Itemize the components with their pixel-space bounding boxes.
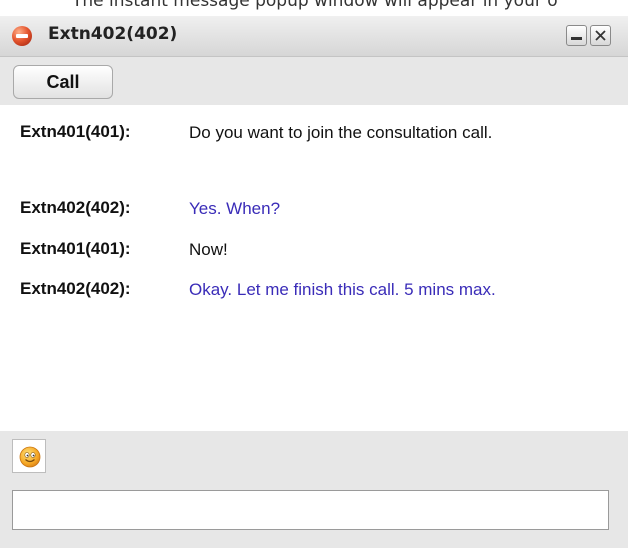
message-sender: Extn401(401): [20, 122, 131, 141]
minimize-button[interactable] [566, 25, 587, 46]
message-input[interactable] [12, 490, 609, 530]
message-sender: Extn402(402): [20, 198, 131, 217]
caption-text: The instant message popup window will ap… [72, 0, 558, 11]
window-titlebar[interactable]: Extn402(402) [0, 16, 628, 57]
composer-panel [0, 431, 628, 548]
emoji-button[interactable] [12, 439, 46, 473]
message-sender: Extn402(402): [20, 279, 131, 298]
instant-message-window: Extn402(402) Call Extn401(401): Do you w… [0, 16, 628, 548]
close-button[interactable] [590, 25, 611, 46]
message-history[interactable]: Extn401(401): Do you want to join the co… [0, 105, 628, 431]
status-icon [11, 25, 33, 47]
close-icon [595, 30, 606, 41]
window-title: Extn402(402) [48, 24, 178, 44]
message-text: Yes. When? [189, 199, 281, 218]
message-text: Now! [189, 240, 228, 259]
toolbar: Call [0, 57, 628, 105]
call-button[interactable]: Call [13, 65, 113, 99]
smiley-icon [19, 446, 41, 468]
message-text: Okay. Let me finish this call. 5 mins ma… [189, 280, 496, 299]
message-text: Do you want to join the consultation cal… [189, 123, 493, 142]
minimize-icon [571, 37, 582, 40]
message-sender: Extn401(401): [20, 239, 131, 258]
